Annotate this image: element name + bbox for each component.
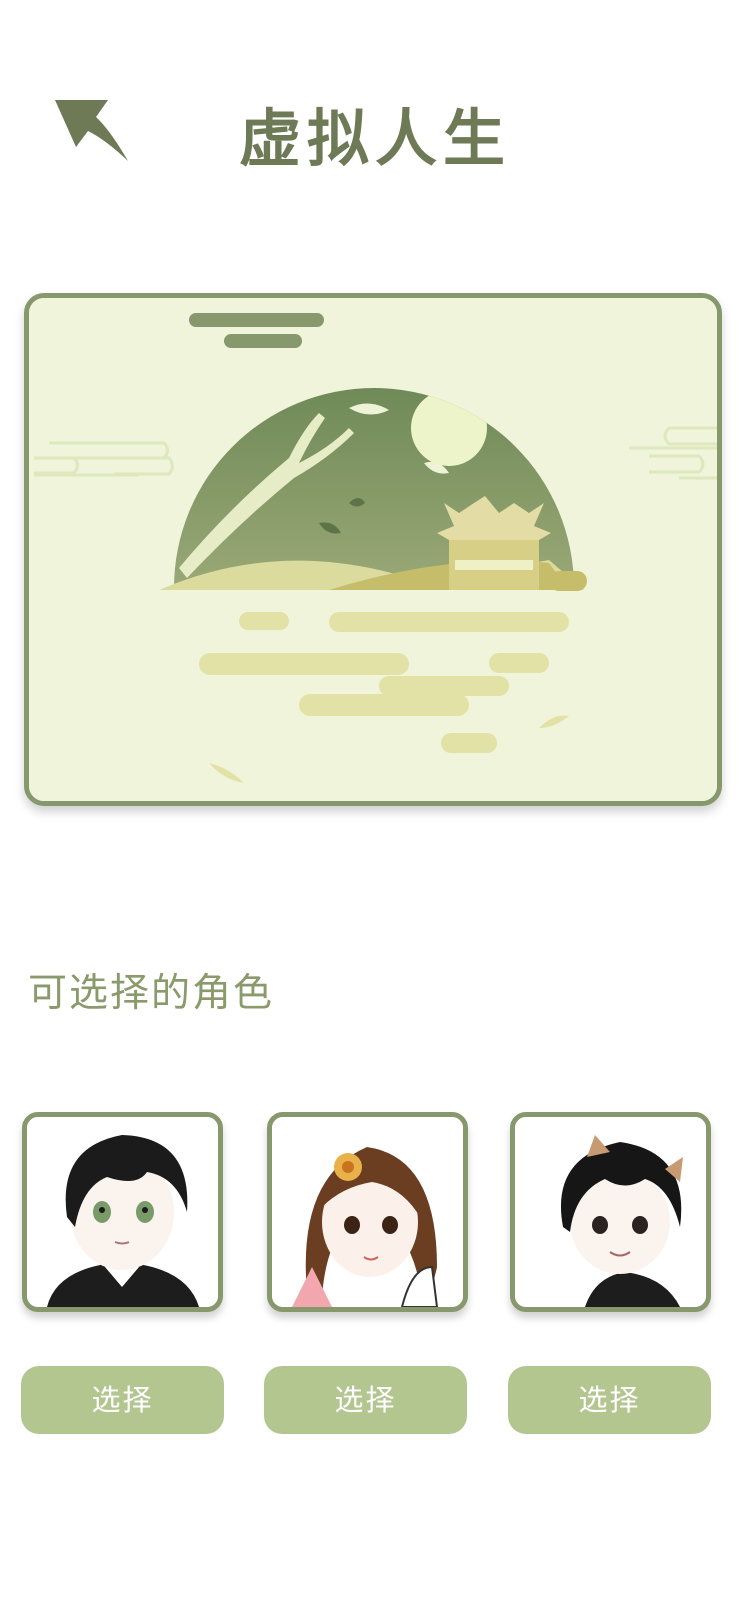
section-title: 可选择的角色 xyxy=(28,971,275,1016)
character-card-2[interactable] xyxy=(267,1112,468,1312)
landscape-illustration xyxy=(24,293,722,806)
character-card-3[interactable] xyxy=(510,1112,711,1312)
header: 虚拟人生 xyxy=(0,0,750,240)
boy-cat-ears-avatar xyxy=(515,1117,706,1307)
select-button-1[interactable]: 选择 xyxy=(21,1366,224,1434)
character-card-1[interactable] xyxy=(22,1112,223,1312)
select-button-2[interactable]: 选择 xyxy=(264,1366,467,1434)
page-title: 虚拟人生 xyxy=(238,102,511,175)
select-button-3[interactable]: 选择 xyxy=(508,1366,711,1434)
girl-hairpin-avatar xyxy=(272,1117,463,1307)
boy-green-eyes-avatar xyxy=(27,1117,218,1307)
